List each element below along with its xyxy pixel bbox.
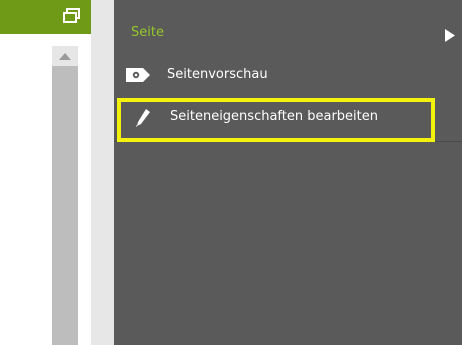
scrollbar-track[interactable] [52,46,78,345]
context-menu: Seite Seitenvorschau Seiteneigenschaften… [114,0,462,345]
menu-item-preview[interactable]: Seitenvorschau [114,60,462,92]
submenu-arrow-icon[interactable] [445,27,455,46]
chevron-up-icon [59,53,71,60]
scroll-up-button[interactable] [52,46,78,66]
highlight-frame [117,98,435,142]
menu-item-label: Seitenvorschau [167,67,268,82]
header-bar [0,0,91,34]
window-restore-icon[interactable] [63,8,80,24]
menu-section-title[interactable]: Seite [131,25,164,40]
panel-divider [91,0,114,345]
eye-tag-icon [126,68,150,86]
